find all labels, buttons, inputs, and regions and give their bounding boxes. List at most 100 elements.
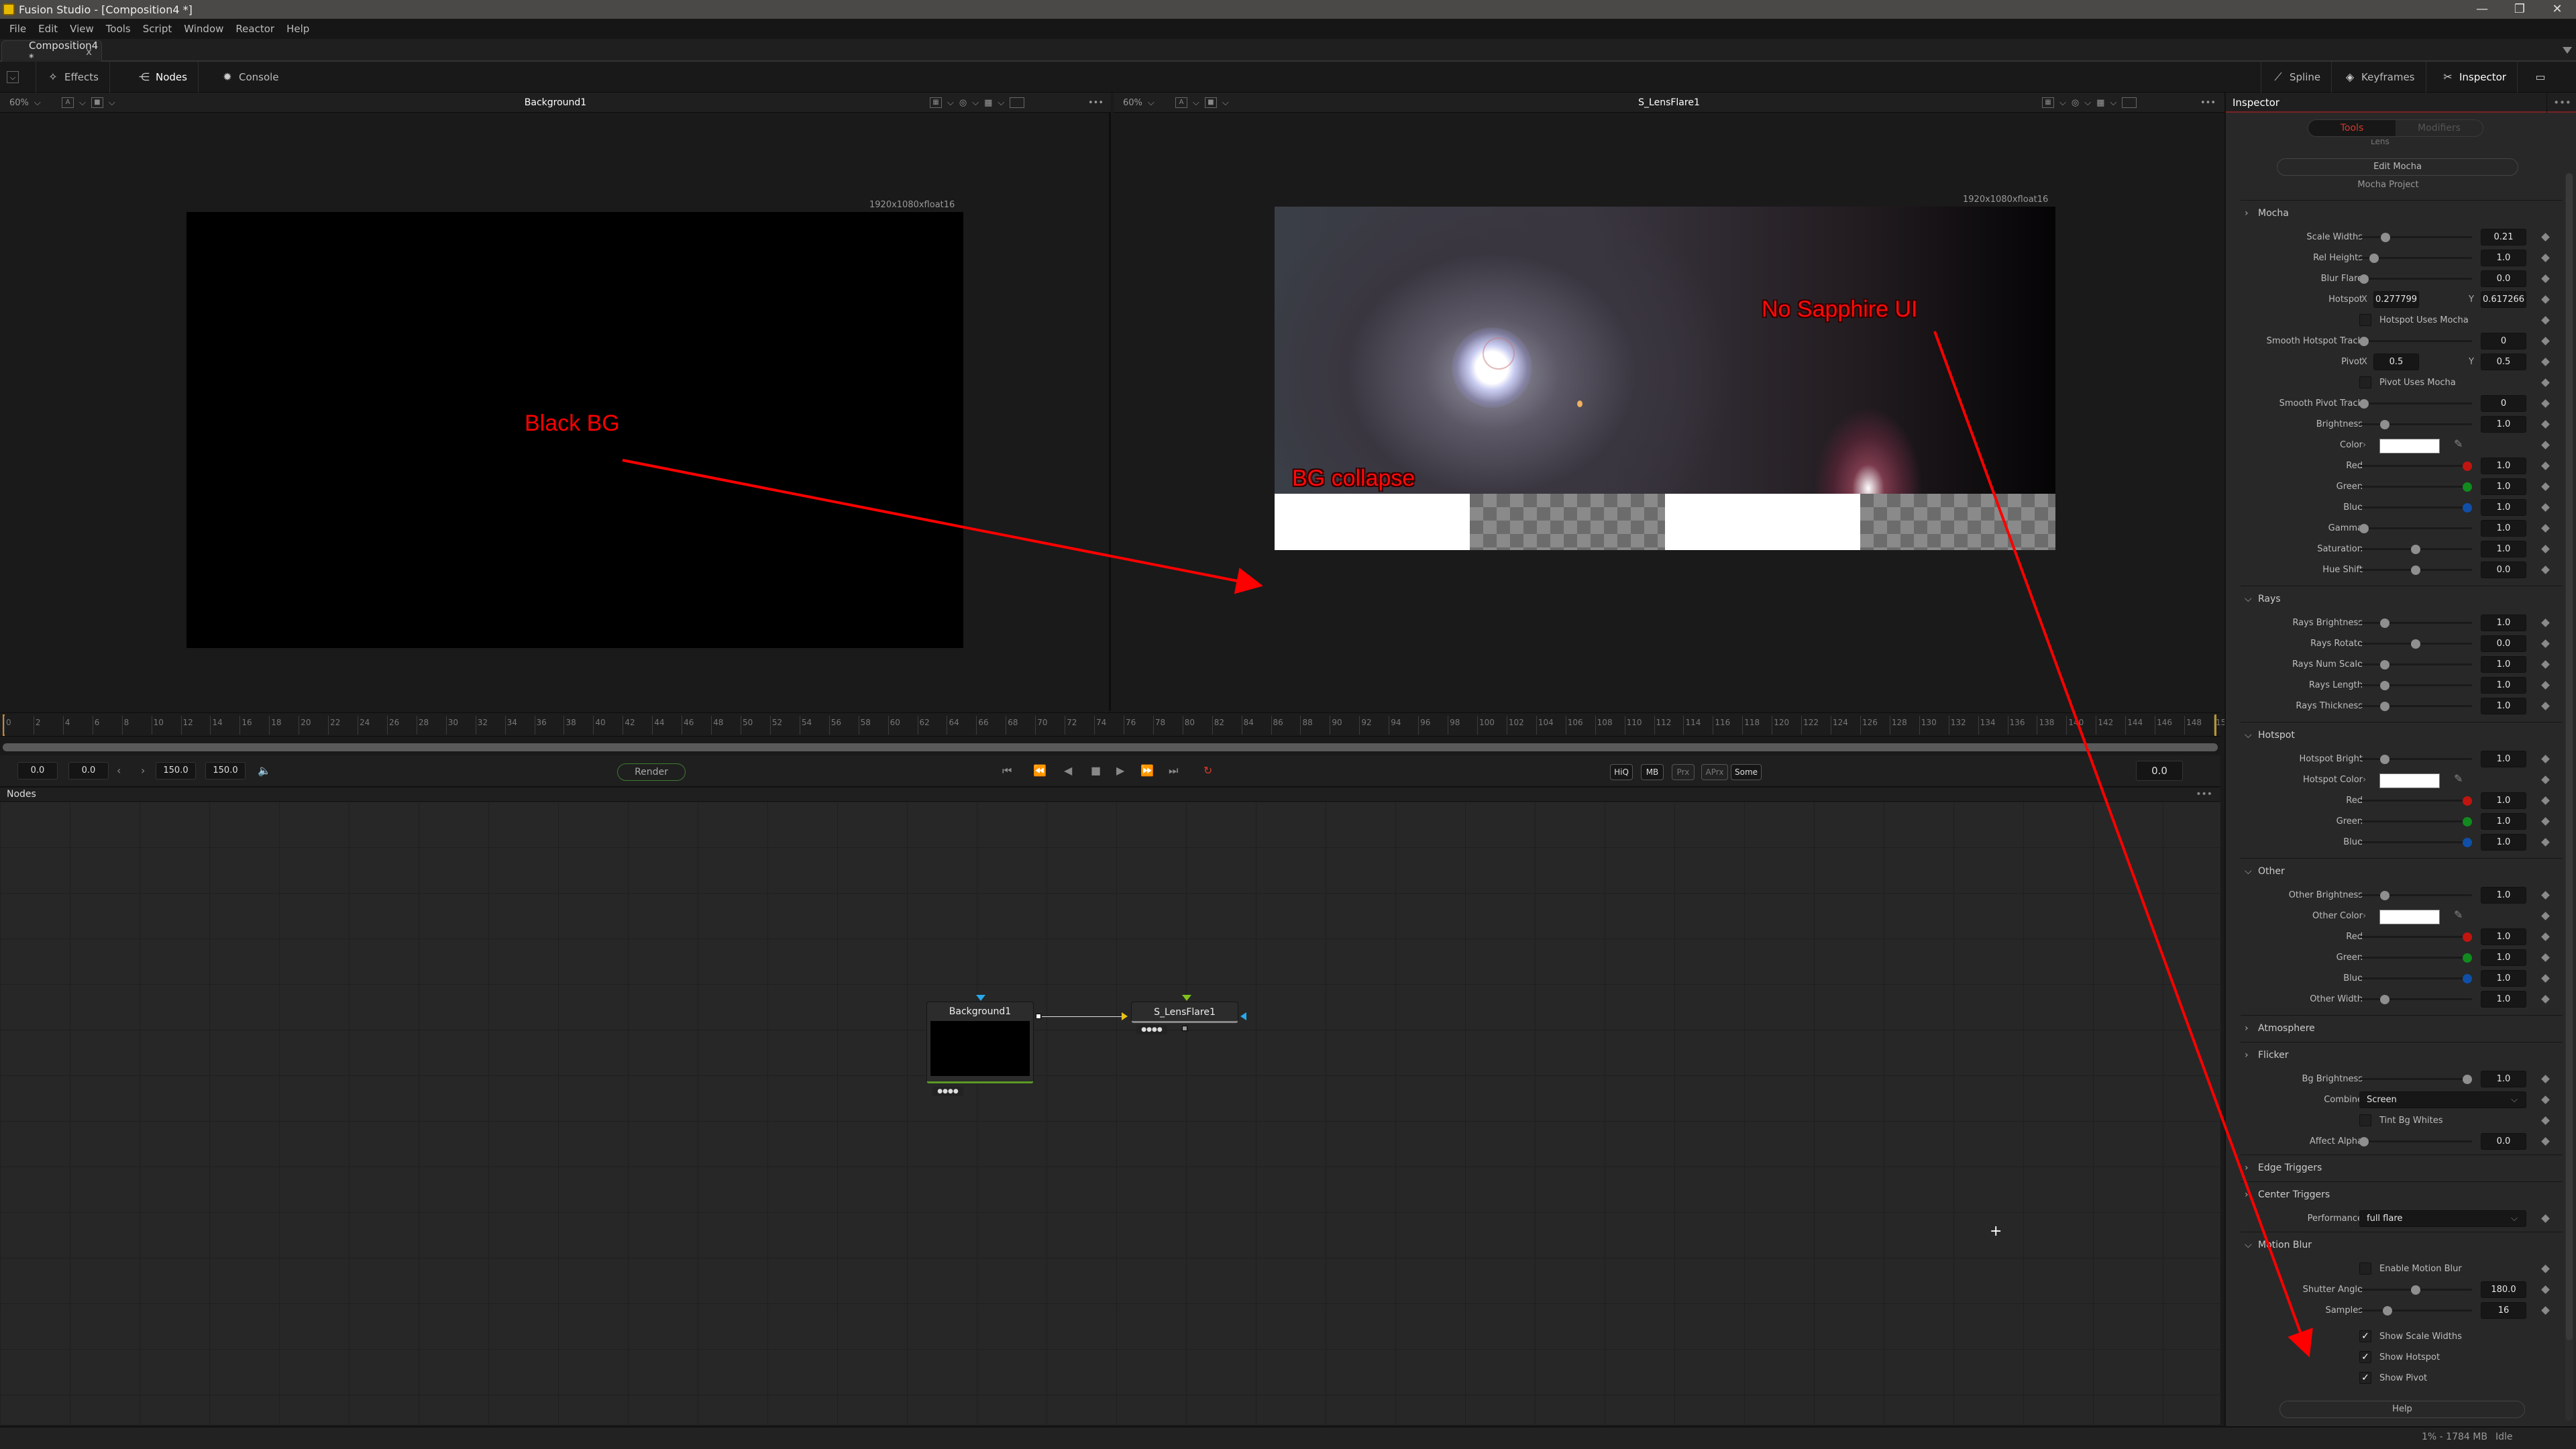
rays-num-scale-slider[interactable] (2359, 663, 2472, 665)
channel-slider-handle[interactable] (2463, 796, 2472, 806)
restore-button[interactable]: ❐ (2501, 0, 2538, 19)
minimize-button[interactable]: — (2463, 0, 2501, 19)
keyframe-icon[interactable] (2541, 953, 2550, 962)
rays-length-slider-handle[interactable] (2379, 681, 2390, 690)
performance-dropdown[interactable]: full flare (2359, 1210, 2526, 1227)
tab-list-dropdown-icon[interactable] (2563, 47, 2572, 54)
other-brightness-slider[interactable] (2359, 894, 2472, 896)
channel-slider-handle[interactable] (2463, 974, 2472, 983)
menu-file[interactable]: File (9, 23, 26, 35)
keyframe-icon[interactable] (2541, 619, 2550, 627)
pivot-y-field[interactable]: 0.5 (2481, 354, 2526, 370)
background-output-icon[interactable] (1036, 1014, 1041, 1019)
rays-num-scale-slider-handle[interactable] (2379, 660, 2390, 669)
brightness-field[interactable]: 1.0 (2481, 416, 2526, 433)
menu-view[interactable]: View (70, 23, 94, 35)
keyframe-icon[interactable] (2541, 838, 2550, 847)
gamma-field[interactable]: 1.0 (2481, 520, 2526, 537)
pivot-uses-mocha-checkbox[interactable] (2359, 376, 2371, 388)
channel-slider-handle[interactable] (2463, 932, 2472, 942)
keyframe-icon[interactable] (2541, 1306, 2550, 1315)
step-forward-icon[interactable]: ⏩ (1140, 765, 1154, 777)
keyframe-icon[interactable] (2541, 462, 2550, 470)
affect-alpha-slider-handle[interactable] (2359, 1137, 2369, 1146)
smooth-hotspot-track-field[interactable]: 0 (2481, 333, 2526, 350)
rays-rotate-slider-handle[interactable] (2411, 639, 2420, 649)
section-other[interactable]: ⌵ Other (2241, 858, 2563, 883)
keyframes-button[interactable]: ◈ Keyframes (2333, 62, 2426, 93)
channel-field[interactable]: 1.0 (2481, 970, 2526, 987)
timeline-ruler[interactable]: 0 2 4 6 8 10 12 14 16 18 20 22 24 26 28 30 32 34 36 38 40 42 4… (0, 712, 2231, 737)
mocha-project-label[interactable]: Mocha Project (2226, 180, 2576, 190)
blur-flare-slider[interactable] (2359, 278, 2472, 280)
scale-widths-slider[interactable] (2359, 236, 2472, 238)
other-width-slider[interactable] (2359, 998, 2472, 1000)
expand-chevron-icon[interactable]: › (2363, 769, 2366, 790)
blur-flare-slider-handle[interactable] (2359, 274, 2369, 284)
other-brightness-field[interactable]: 1.0 (2481, 887, 2526, 904)
close-window-button[interactable]: ✕ (2538, 0, 2576, 19)
lensflare-side-input-icon[interactable] (1240, 1012, 1246, 1020)
channel-field[interactable]: 1.0 (2481, 949, 2526, 966)
scrollbar-thumb[interactable] (2566, 173, 2573, 1340)
menu-window[interactable]: Window (184, 23, 223, 35)
channel-slider-handle[interactable] (2463, 503, 2472, 513)
keyframe-icon[interactable] (2541, 295, 2550, 304)
keyframe-icon[interactable] (2541, 660, 2550, 669)
keyframe-icon[interactable] (2541, 566, 2550, 574)
keyframe-icon[interactable] (2541, 639, 2550, 648)
rays-brightness-field[interactable]: 1.0 (2481, 614, 2526, 631)
show-option-checkbox[interactable]: ✓ (2359, 1351, 2371, 1363)
channel-field[interactable]: 1.0 (2481, 928, 2526, 945)
keyframe-icon[interactable] (2541, 1214, 2550, 1223)
keyframe-icon[interactable] (2541, 796, 2550, 805)
keyframe-icon[interactable] (2541, 524, 2550, 533)
hotspot-bright-field[interactable]: 1.0 (2481, 751, 2526, 767)
channel-slider[interactable] (2359, 506, 2472, 508)
channel-field[interactable]: 1.0 (2481, 813, 2526, 830)
menu-help[interactable]: Help (286, 23, 309, 35)
smooth-hotspot-track-slider[interactable] (2359, 340, 2472, 342)
smooth-pivot-track-slider[interactable] (2359, 402, 2472, 405)
channel-field[interactable]: 1.0 (2481, 834, 2526, 851)
keyframe-icon[interactable] (2541, 775, 2550, 784)
affect-alpha-field[interactable]: 0.0 (2481, 1133, 2526, 1150)
show-option-checkbox[interactable]: ✓ (2359, 1372, 2371, 1384)
keyframe-icon[interactable] (2541, 254, 2550, 262)
node-view-indicators[interactable]: ●●●● (1136, 1025, 1167, 1034)
inspector-scrollbar[interactable] (2565, 173, 2573, 1421)
next-arrow-icon[interactable]: › (141, 765, 145, 777)
channel-slider[interactable] (2359, 486, 2472, 488)
other-brightness-slider-handle[interactable] (2379, 891, 2390, 900)
samples-slider-handle[interactable] (2383, 1306, 2393, 1316)
render-button[interactable]: Render (617, 763, 686, 781)
global-end-field[interactable]: 150.0 (205, 762, 246, 780)
hue-shift-field[interactable]: 0.0 (2481, 561, 2526, 578)
blur-flare-field[interactable]: 0.0 (2481, 270, 2526, 287)
right-viewer-options[interactable]: ▦ ⌵ ◎ ⌵ ▦ ⌵ (2042, 93, 2137, 113)
render-end-marker[interactable] (2214, 714, 2216, 736)
background-input-icon[interactable] (976, 995, 985, 1001)
eyedropper-icon[interactable]: ✎ (2454, 772, 2463, 785)
prev-arrow-icon[interactable]: ‹ (117, 765, 121, 777)
left-viewer[interactable]: 1920x1080xfloat16 Black BG (0, 113, 1111, 711)
expand-chevron-icon[interactable]: › (2363, 435, 2366, 455)
keyframe-icon[interactable] (2541, 337, 2550, 345)
channel-slider[interactable] (2359, 957, 2472, 959)
hotspot-color-swatch[interactable] (2379, 773, 2440, 788)
keyframe-icon[interactable] (2541, 1095, 2550, 1104)
combine-dropdown[interactable]: Screen (2359, 1091, 2526, 1108)
nodes-more-button[interactable]: ••• (2196, 788, 2212, 801)
channel-slider-handle[interactable] (2463, 953, 2472, 963)
keyframe-icon[interactable] (2541, 995, 2550, 1004)
lensflare-input-icon[interactable] (1122, 1012, 1128, 1020)
some-button[interactable]: Some (1731, 764, 1762, 780)
rel-heights-slider-handle[interactable] (2369, 254, 2379, 263)
lensflare-mask-icon[interactable] (1182, 995, 1191, 1001)
menu-tools[interactable]: Tools (106, 23, 131, 35)
keyframe-icon[interactable] (2541, 974, 2550, 983)
rays-brightness-slider[interactable] (2359, 622, 2472, 624)
left-viewer-options[interactable]: ▦ ⌵ ◎ ⌵ ▦ ⌵ (930, 93, 1025, 113)
eyedropper-icon[interactable]: ✎ (2454, 908, 2463, 921)
help-button[interactable]: Help (2279, 1401, 2525, 1418)
